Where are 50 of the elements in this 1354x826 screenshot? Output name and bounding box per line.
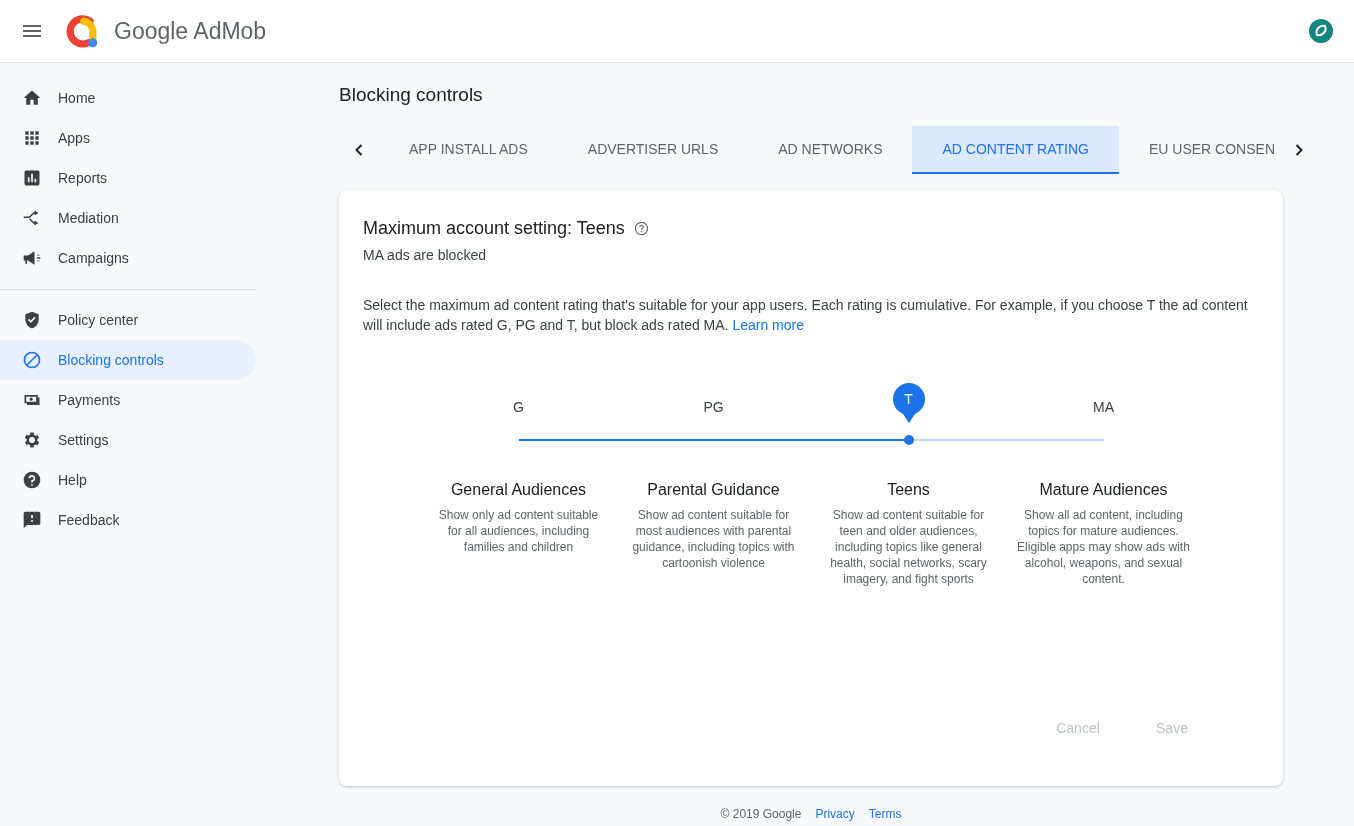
sidebar-item[interactable]: Help [0,460,256,500]
rating-description: Show only ad content suitable for all audiences, including families and children [437,507,600,555]
rating-code-label[interactable]: G [513,399,524,425]
sidebar-item[interactable]: Reports [0,158,256,198]
rating-code-label[interactable]: PG [703,399,724,425]
megaphone-icon [22,248,42,268]
brand-name: Google AdMob [114,17,267,45]
rating-title: General Audiences [449,481,588,499]
description-text: Select the maximum ad content rating that's suitable for your app users. Each rating is cumulative. For example, if you choose T the ad content will include ads rated G, PG and T, but block ads rated MA. Learn more [363,296,1249,335]
footer-link[interactable]: Terms [868,807,902,821]
copyright-text: © 2019 Google [720,807,802,821]
help-icon [22,470,42,490]
feedback-icon [22,510,42,530]
sidebar-item[interactable]: Feedback [0,500,256,540]
sidebar-item[interactable]: Policy center [0,300,256,340]
grid-icon [22,128,42,148]
sidebar-item[interactable]: Payments [0,380,256,420]
rating-title: Teens [886,481,931,499]
shield-check-icon [22,310,42,330]
tab[interactable]: APP INSTALL ADS [379,126,558,174]
card-heading: Maximum account setting: Teens [363,218,625,239]
account-avatar-icon[interactable] [1309,19,1333,43]
logo-icon [64,13,100,49]
rating-description: Show ad content suitable for teen and older audiences, including topics like general health, social networks, scary imagery, and fight sports [829,507,988,587]
card-subheading: MA ads are blocked [363,247,487,263]
tab[interactable]: AD CONTENT RATING [912,126,1119,174]
bar-chart-icon [22,168,42,188]
gear-icon [22,430,42,450]
learn-more-link[interactable]: Learn more [732,317,804,333]
rating-description: Show all ad content, including topics for mature audiences. Eligible apps may show ads with alcohol, weapons, and sexual content. [1016,507,1191,587]
selected-rating-pin[interactable]: T [892,383,925,423]
tab[interactable]: AD NETWORKS [748,126,913,174]
help-icon[interactable] [633,221,649,236]
tab[interactable]: ADVERTISER URLS [557,126,749,174]
sidebar-item[interactable]: Mediation [0,198,256,238]
home-icon [22,88,42,108]
sidebar-item[interactable]: Home [0,78,256,118]
block-icon [22,350,42,370]
rating-title: Mature Audiences [1038,481,1169,499]
sidebar-item[interactable]: Settings [0,420,256,460]
sidebar-item[interactable]: Apps [0,118,256,158]
slider-thumb[interactable] [903,435,914,445]
sidebar-item[interactable]: Campaigns [0,238,256,278]
sidebar-item[interactable]: Blocking controls [0,340,256,380]
rating-code-label[interactable]: MA [1093,399,1114,425]
tab[interactable]: EU USER CONSEN [1119,126,1279,174]
footer-link[interactable]: Privacy [815,807,855,821]
rating-title: Parental Guidance [646,481,781,499]
rating-description: Show ad content suitable for most audiences with parental guidance, including topics with cartoonish violence [631,507,796,571]
page-title: Blocking controls [339,84,484,106]
